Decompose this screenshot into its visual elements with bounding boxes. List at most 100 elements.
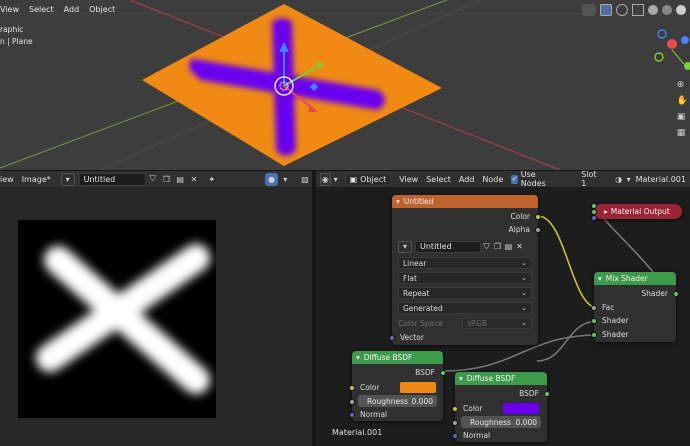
diffuse-bsdf-node-1[interactable]: ▾ Diffuse BSDF BSDF Color Roughness 0.00… bbox=[349, 351, 446, 421]
diffuse2-out-row: BSDF bbox=[455, 387, 547, 400]
diffuse2-out-socket[interactable] bbox=[544, 391, 550, 397]
diffuse2-roughness-socket[interactable] bbox=[452, 420, 458, 426]
projection-dropdown[interactable]: Flat ⌄ bbox=[398, 272, 532, 284]
viewport-menu-object[interactable]: Object bbox=[84, 4, 120, 18]
diffuse1-roughness-field[interactable]: Roughness 0.000 bbox=[358, 395, 437, 407]
viewport-header-icons bbox=[582, 4, 686, 16]
image-node-title: Untitled bbox=[403, 197, 434, 206]
viewport-menu-add[interactable]: Add bbox=[59, 4, 85, 18]
shading-rendered-icon[interactable] bbox=[676, 5, 686, 15]
shader-node-editor[interactable]: ◉ ▾ ▣ Object View Select Add Node ✓ Use … bbox=[316, 171, 690, 446]
mix-shader-node[interactable]: ▾ Mix Shader Shader Fac Shader Shader bbox=[591, 272, 679, 342]
diffuse2-color-label: Color bbox=[463, 404, 483, 413]
image-in-vector-label: Vector bbox=[400, 333, 424, 342]
mix-out-shader-row: Shader bbox=[594, 287, 676, 300]
image-editor-header: iew Image* ▾ Untitled ⛉ ❐ ▤ ✕ ✦ ● ▾ ▨ bbox=[0, 171, 312, 187]
diffuse1-roughness-socket[interactable] bbox=[349, 399, 355, 405]
diffuse1-normal-label: Normal bbox=[360, 410, 388, 419]
diffuse1-out-row: BSDF bbox=[352, 366, 443, 379]
diffuse2-color-swatch[interactable] bbox=[503, 403, 539, 414]
open-image-folder-icon[interactable]: ▤ bbox=[173, 173, 187, 186]
image-name-field[interactable]: Untitled bbox=[78, 172, 146, 186]
gizmo-toggle-icon[interactable] bbox=[600, 4, 612, 16]
interpolation-value: Linear bbox=[403, 258, 427, 268]
collapse-arrow-icon[interactable]: ▸ bbox=[604, 207, 608, 216]
diffuse1-color-swatch[interactable] bbox=[400, 382, 436, 393]
viewport-menu-select[interactable]: Select bbox=[24, 4, 59, 18]
image-node-folder-icon[interactable]: ▤ bbox=[503, 240, 514, 253]
pin-icon[interactable]: ✦ bbox=[205, 173, 219, 186]
camera-view-icon[interactable]: ▣ bbox=[677, 112, 688, 122]
mix-shader-title: Mix Shader bbox=[605, 274, 648, 283]
image-in-vector-row: Vector bbox=[392, 331, 538, 344]
material-output-header[interactable]: ▸ Material Output bbox=[594, 204, 682, 219]
diffuse-bsdf-node-2[interactable]: ▾ Diffuse BSDF BSDF Color Roughness 0.00… bbox=[452, 372, 550, 442]
image-out-alpha-socket[interactable] bbox=[535, 227, 541, 233]
image-node-name-field[interactable]: Untitled bbox=[415, 240, 481, 253]
duplicate-image-icon[interactable]: ❐ bbox=[159, 173, 173, 186]
image-menu-view[interactable]: iew bbox=[0, 175, 18, 184]
collapse-arrow-icon[interactable]: ▾ bbox=[356, 353, 360, 362]
image-node-browse-icon[interactable]: ▾ bbox=[398, 240, 412, 253]
viewport-scene bbox=[0, 0, 690, 170]
image-out-alpha-row: Alpha bbox=[392, 223, 538, 236]
image-texture-node[interactable]: ▾ Untitled Color Alpha ▾ Untitled ⛉ ❐ ▤ … bbox=[389, 195, 541, 345]
viewport-overlay-mode: raphic bbox=[0, 25, 24, 34]
image-editor[interactable]: iew Image* ▾ Untitled ⛉ ❐ ▤ ✕ ✦ ● ▾ ▨ bbox=[0, 171, 312, 446]
viewport-menubar: View Select Add Object bbox=[0, 4, 120, 18]
diffuse2-roughness-field[interactable]: Roughness 0.000 bbox=[461, 416, 541, 428]
mix-in-shader1-label: Shader bbox=[602, 316, 629, 325]
node-tree-material-label: Material.001 bbox=[332, 428, 383, 437]
collapse-arrow-icon[interactable]: ▾ bbox=[598, 274, 602, 283]
channels-dropdown-icon[interactable]: ▾ bbox=[278, 173, 292, 186]
output-displacement-socket[interactable] bbox=[591, 215, 597, 221]
mix-out-shader-label: Shader bbox=[641, 289, 668, 298]
image-node-header[interactable]: ▾ Untitled bbox=[392, 195, 538, 208]
fake-user-shield-icon[interactable]: ⛉ bbox=[146, 173, 160, 186]
diffuse1-out-socket[interactable] bbox=[440, 370, 446, 376]
xray-toggle-icon[interactable] bbox=[632, 4, 644, 16]
chevron-down-icon: ⌄ bbox=[521, 259, 527, 267]
3d-viewport[interactable]: View Select Add Object raphic n | Plane … bbox=[0, 0, 690, 170]
diffuse2-header[interactable]: ▾ Diffuse BSDF bbox=[455, 372, 547, 385]
collapse-arrow-icon[interactable]: ▾ bbox=[396, 197, 400, 206]
viewport-menu-view[interactable]: View bbox=[0, 4, 24, 18]
unlink-image-icon[interactable]: ✕ bbox=[187, 173, 201, 186]
shading-material-icon[interactable] bbox=[662, 5, 672, 15]
grid-icon[interactable]: ▦ bbox=[677, 128, 688, 138]
interpolation-dropdown[interactable]: Linear ⌄ bbox=[398, 257, 532, 269]
mix-out-shader-socket[interactable] bbox=[673, 291, 679, 297]
pan-icon[interactable]: ✋ bbox=[677, 96, 688, 106]
diffuse1-roughness-label: Roughness bbox=[367, 396, 408, 406]
image-node-unlink-icon[interactable]: ✕ bbox=[514, 240, 525, 253]
gizmo-image-icon[interactable]: ▨ bbox=[298, 173, 312, 186]
projection-value: Flat bbox=[403, 273, 417, 283]
diffuse1-header[interactable]: ▾ Diffuse BSDF bbox=[352, 351, 443, 364]
display-channels-icon[interactable]: ● bbox=[264, 172, 279, 186]
image-out-color-label: Color bbox=[510, 212, 530, 221]
diffuse2-out-label: BSDF bbox=[519, 389, 539, 398]
mix-shader-header[interactable]: ▾ Mix Shader bbox=[594, 272, 676, 285]
mix-in-fac-row: Fac bbox=[594, 301, 676, 314]
overlay-toggle-icon[interactable] bbox=[616, 4, 628, 16]
diffuse2-title: Diffuse BSDF bbox=[466, 374, 516, 383]
material-output-node[interactable]: ▸ Material Output bbox=[591, 203, 682, 221]
diffuse2-normal-label: Normal bbox=[463, 431, 491, 440]
source-dropdown[interactable]: Generated ⌄ bbox=[398, 302, 532, 314]
chevron-down-icon: ⌄ bbox=[521, 319, 527, 327]
image-out-color-socket[interactable] bbox=[535, 214, 541, 220]
image-browse-icon[interactable]: ▾ bbox=[60, 172, 75, 186]
viewport-nav-buttons: ⊕ ✋ ▣ ▦ bbox=[677, 80, 688, 138]
extension-dropdown[interactable]: Repeat ⌄ bbox=[398, 287, 532, 299]
zoom-icon[interactable]: ⊕ bbox=[677, 80, 688, 90]
image-node-shield-icon[interactable]: ⛉ bbox=[481, 240, 492, 253]
image-node-duplicate-icon[interactable]: ❐ bbox=[492, 240, 503, 253]
color-space-value: sRGB bbox=[467, 318, 488, 328]
view-object-types-icon[interactable] bbox=[582, 4, 596, 16]
collapse-arrow-icon[interactable]: ▾ bbox=[459, 374, 463, 383]
color-space-label: Color Space bbox=[398, 318, 443, 328]
diffuse1-roughness-value: 0.000 bbox=[411, 396, 433, 406]
image-menu-image[interactable]: Image* bbox=[18, 175, 55, 184]
image-out-color-row: Color bbox=[392, 210, 538, 223]
shading-solid-icon[interactable] bbox=[648, 5, 658, 15]
